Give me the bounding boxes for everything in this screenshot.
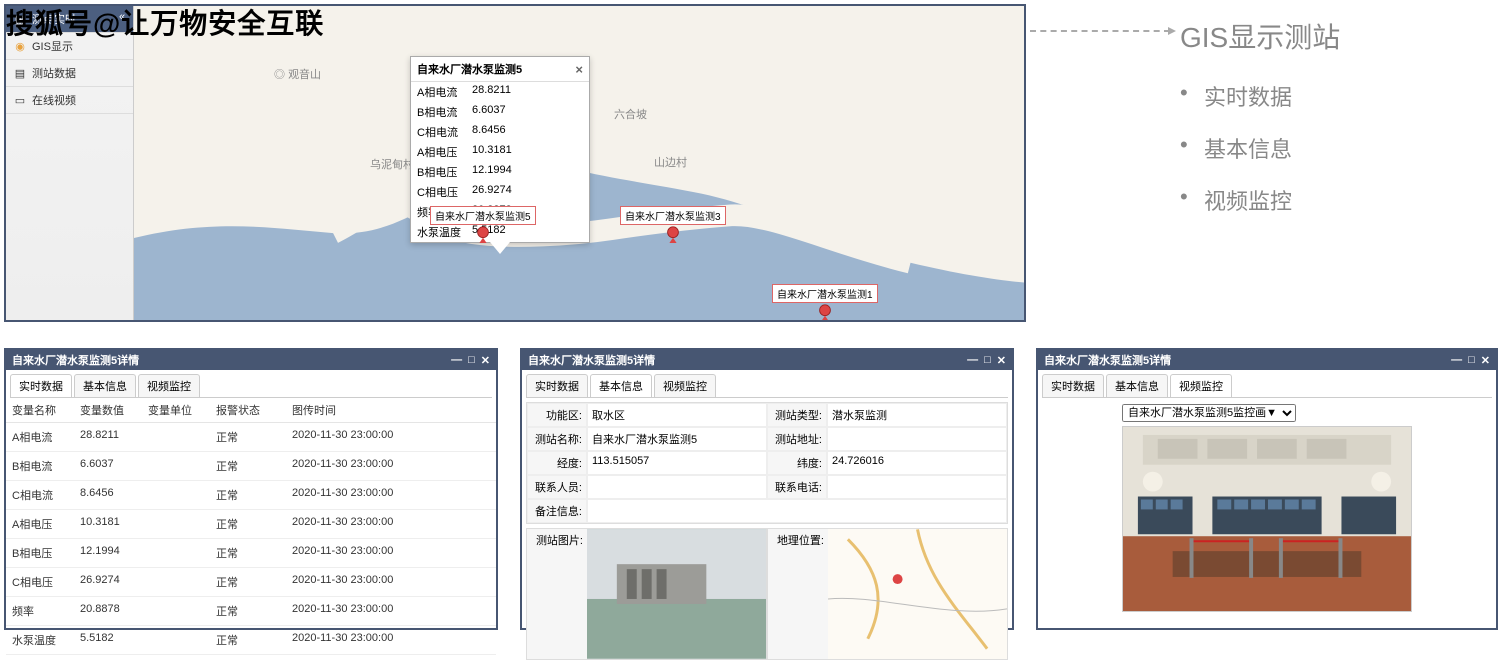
panel-title: 自来水厂潜水泵监测5详情 [1044,352,1171,368]
close-icon[interactable]: × [575,62,583,77]
tab-basic[interactable]: 基本信息 [74,374,136,397]
control-room-image [1123,427,1411,612]
caption-item: 实时数据 [1180,80,1505,112]
detail-panel-basic: 自来水厂潜水泵监测5详情 — □ ✕ 实时数据 基本信息 视频监控 功能区:取水区 … [520,348,1014,630]
maximize-icon[interactable]: □ [468,354,475,367]
marker-label: 自来水厂潜水泵监测5 [430,206,536,225]
sidebar-item-label: 测站数据 [32,65,76,81]
table-row: C相电流8.6456正常2020-11-30 23:00:00 [6,481,496,510]
table-row: 频率20.8878正常2020-11-30 23:00:00 [6,597,496,626]
popup-title-text: 自来水厂潜水泵监测5 [417,61,522,77]
video-icon: ▭ [14,94,26,106]
popup-row: A相电压10.3181 [411,142,589,162]
map-marker[interactable]: 自来水厂潜水泵监测3 [620,206,726,243]
map-marker[interactable]: 自来水厂潜水泵监测1 [772,284,878,320]
annotation-arrow [1030,30,1170,32]
station-location-label: 地理位置: [768,529,828,659]
tab-basic[interactable]: 基本信息 [1106,374,1168,397]
marker-label: 自来水厂潜水泵监测3 [620,206,726,225]
close-icon[interactable]: ✕ [997,354,1006,367]
data-icon: ▤ [14,67,26,79]
popup-row: C相电压26.9274 [411,182,589,202]
caption-title: GIS显示测站 [1180,16,1505,56]
detail-panel-realtime: 自来水厂潜水泵监测5详情 — □ ✕ 实时数据 基本信息 视频监控 变量名称变量… [4,348,498,630]
tab-realtime[interactable]: 实时数据 [1042,374,1104,397]
maximize-icon[interactable]: □ [984,354,991,367]
panel-title: 自来水厂潜水泵监测5详情 [528,352,655,368]
place-label: ◎ 观音山 [274,66,321,82]
close-icon[interactable]: ✕ [481,354,490,367]
map-canvas[interactable]: ◎ 观音山 六合坡 乌泥甸村 山边村 自来水厂潜水泵监测5 × A相电流28.8… [134,6,1024,320]
popup-row: C相电流8.6456 [411,122,589,142]
annotation-caption: GIS显示测站 实时数据 基本信息 视频监控 [1180,16,1505,236]
maximize-icon[interactable]: □ [1468,354,1475,367]
gis-map-window: ▦ 测点实时 « ◉ GIS显示 ▤ 测站数据 ▭ 在线视频 ◎ 观音山 六合坡… [4,4,1026,322]
popup-row: B相电流6.6037 [411,102,589,122]
table-header: 变量名称变量数值变量单位报警状态图传时间 [6,398,496,423]
sidebar-item-label: 在线视频 [32,92,76,108]
minimize-icon[interactable]: — [967,354,978,367]
table-row: B相电流6.6037正常2020-11-30 23:00:00 [6,452,496,481]
sidebar-item-video[interactable]: ▭ 在线视频 [6,87,133,114]
video-camera-select[interactable]: 自来水厂潜水泵监测5监控画▼ [1122,404,1296,422]
place-label: 山边村 [654,154,687,170]
place-label: 乌泥甸村 [370,156,414,172]
pin-icon [664,225,682,243]
minimize-icon[interactable]: — [1451,354,1462,367]
table-row: A相电流28.8211正常2020-11-30 23:00:00 [6,423,496,452]
station-image [587,529,766,659]
sidebar: ▦ 测点实时 « ◉ GIS显示 ▤ 测站数据 ▭ 在线视频 [6,6,134,320]
close-icon[interactable]: ✕ [1481,354,1490,367]
tab-video[interactable]: 视频监控 [654,374,716,397]
video-frame [1122,426,1412,612]
watermark-text: 搜狐号@让万物安全互联 [6,2,324,42]
tab-realtime[interactable]: 实时数据 [10,374,72,397]
basic-info-grid: 功能区:取水区 测站类型:潜水泵监测 测站名称:自来水厂潜水泵监测5 测站地址:… [526,402,1008,524]
station-image-label: 测站图片: [527,529,587,659]
panel-title: 自来水厂潜水泵监测5详情 [12,352,139,368]
table-row: C相电压26.9274正常2020-11-30 23:00:00 [6,568,496,597]
popup-row: A相电流28.8211 [411,82,589,102]
tab-video[interactable]: 视频监控 [138,374,200,397]
pin-icon [474,225,492,243]
table-row: B相电压12.1994正常2020-11-30 23:00:00 [6,539,496,568]
table-row: 水泵温度5.5182正常2020-11-30 23:00:00 [6,626,496,655]
marker-label: 自来水厂潜水泵监测1 [772,284,878,303]
place-label: 六合坡 [614,106,647,122]
mini-map[interactable] [828,529,1007,659]
tab-basic[interactable]: 基本信息 [590,374,652,397]
map-marker[interactable]: 自来水厂潜水泵监测5 [430,206,536,243]
caption-item: 基本信息 [1180,132,1505,164]
minimize-icon[interactable]: — [451,354,462,367]
tab-video[interactable]: 视频监控 [1170,374,1232,397]
detail-panel-video: 自来水厂潜水泵监测5详情 — □ ✕ 实时数据 基本信息 视频监控 自来水厂潜水泵监… [1036,348,1498,630]
tab-realtime[interactable]: 实时数据 [526,374,588,397]
table-row: A相电压10.3181正常2020-11-30 23:00:00 [6,510,496,539]
pin-icon [816,303,834,320]
popup-row: B相电压12.1994 [411,162,589,182]
sidebar-item-stationdata[interactable]: ▤ 测站数据 [6,60,133,87]
caption-item: 视频监控 [1180,184,1505,216]
